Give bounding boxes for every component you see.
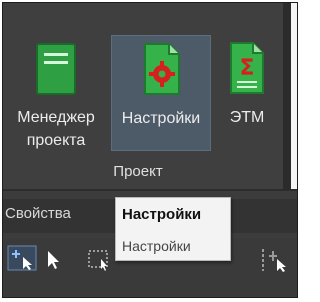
settings-button[interactable]: Настройки bbox=[111, 35, 211, 151]
settings-tooltip: Настройки Настройки bbox=[115, 197, 231, 261]
tooltip-description: Настройки bbox=[122, 238, 191, 254]
add-point-cursor-icon[interactable] bbox=[7, 245, 37, 276]
project-manager-icon bbox=[34, 41, 78, 103]
panel-divider bbox=[3, 189, 297, 191]
etm-sigma-document-icon: Σ bbox=[227, 41, 267, 101]
tooltip-title: Настройки bbox=[122, 206, 202, 223]
project-manager-button[interactable]: Менеджер проекта bbox=[5, 11, 107, 151]
settings-document-icon bbox=[139, 42, 183, 102]
vertical-cursor-icon[interactable] bbox=[259, 247, 289, 278]
etm-label: ЭТМ bbox=[229, 109, 265, 126]
properties-label[interactable]: Свойства bbox=[5, 205, 71, 222]
select-cursor-icon[interactable] bbox=[45, 249, 61, 276]
svg-text:Σ: Σ bbox=[239, 56, 254, 81]
project-manager-label-line2: проекта bbox=[26, 132, 86, 149]
ribbon-frame: Менеджер проекта Настройки Σ ЭТМ Проект … bbox=[2, 2, 298, 298]
selection-box-icon[interactable] bbox=[87, 249, 111, 276]
project-manager-label-line1: Менеджер bbox=[17, 109, 95, 126]
settings-label: Настройки bbox=[121, 110, 201, 127]
etm-button[interactable]: Σ ЭТМ bbox=[217, 11, 277, 151]
ribbon-group-label: Проект bbox=[113, 163, 163, 180]
window-edge bbox=[291, 3, 297, 189]
